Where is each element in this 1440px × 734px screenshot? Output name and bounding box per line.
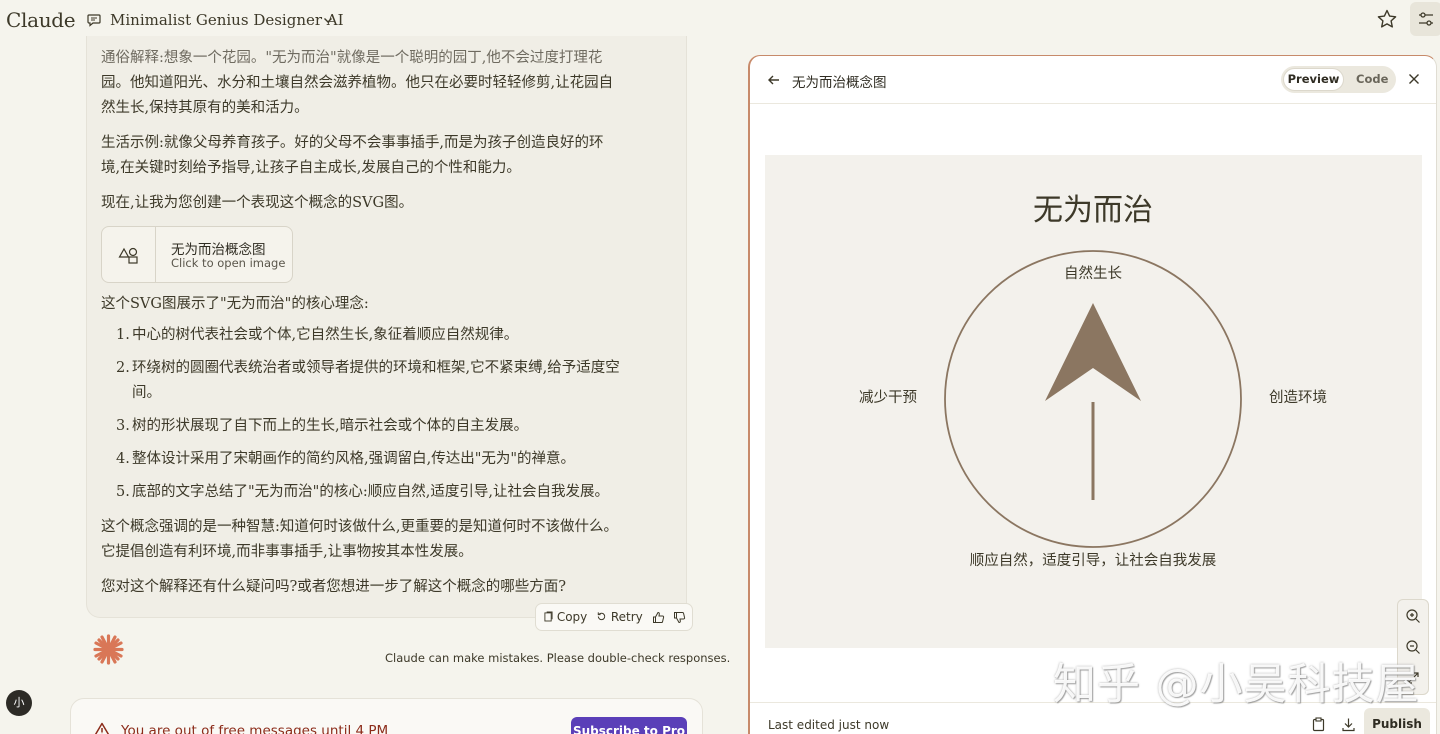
list-number: 2. [116,360,130,376]
copy-label: Copy [556,610,588,624]
list-item: 4. 整体设计采用了宋朝画作的简约风格,强调留白,传达出"无为"的禅意。 [116,447,646,472]
chat-title[interactable]: Minimalist Genius Designer AI [110,11,344,29]
retry-icon [597,612,606,621]
list-item: 3. 树的形状展现了自下而上的生长,暗示社会或个体的自主发展。 [116,414,646,439]
list-item: 2. 环绕树的圆圈代表统治者或领导者提供的环境和框架,它不紧束缚,给予适度空 [116,356,646,381]
message-paragraph: 现在,让我为您创建一个表现这个概念的SVG图。 [101,195,414,211]
last-edited-text: Last edited just now [768,718,890,732]
download-icon[interactable] [1341,717,1356,732]
message-action-bar: Copy Retry [535,603,693,631]
concept-diagram: 无为而治 自然生长 减少干预 创造环境 顺应自然，适度引导，让社会自我发展 [859,193,1327,569]
list-number: 3. [116,418,130,434]
copy-icon [544,611,553,622]
message-paragraph: 您对这个解释还有什么疑问吗?或者您想进一步了解这个概念的哪些方面? [101,579,567,595]
list-text: 中心的树代表社会或个体,它自然生长,象征着顺应自然规律。 [132,327,519,343]
settings-sliders-button[interactable] [1410,2,1440,36]
warning-icon [94,722,110,734]
usage-limit-text: You are out of free messages until 4 PM [121,723,389,734]
copy-button[interactable]: Copy [544,610,587,624]
list-text: 环绕树的圆圈代表统治者或领导者提供的环境和框架,它不紧束缚,给予适度空 [132,360,620,376]
tree-arrow-head [1045,303,1141,401]
concept-title: 无为而治 [1033,193,1153,228]
sliders-icon [1419,12,1433,26]
environment-circle [944,250,1242,548]
label-left: 减少干预 [859,389,917,406]
zoom-in-icon[interactable] [1405,608,1421,624]
label-top: 自然生长 [1064,265,1122,282]
disclaimer-text: Claude can make mistakes. Please double-… [385,651,731,665]
message-paragraph: 生活示例:就像父母养育孩子。好的父母不会事事插手,而是为孩子创造良好的环 [101,135,604,151]
list-item: 1. 中心的树代表社会或个体,它自然生长,象征着顺应自然规律。 [116,323,646,348]
concept-summary: 顺应自然，适度引导，让社会自我发展 [970,551,1217,569]
artifact-panel-header: 无为而治概念图 Preview Code [750,56,1436,104]
message-paragraph: 境,在关键时刻给予指导,让孩子自主成长,发展自己的个性和能力。 [101,160,521,176]
tab-code[interactable]: Code [1356,72,1388,86]
usage-limit-banner: You are out of free messages until 4 PM … [70,698,703,734]
artifact-panel: 无为而治概念图 Preview Code 无为而治 自然生长 减少干预 创造环境… [748,55,1437,734]
top-bar: Claude Minimalist Genius Designer AI [0,0,1440,40]
chevron-down-icon[interactable] [322,14,334,26]
close-icon[interactable] [1407,72,1421,86]
message-paragraph: 这个概念强调的是一种智慧:知道何时该做什么,更重要的是知道何时不该做什么。 [101,519,618,535]
artifact-icon-box [102,227,156,282]
subscribe-button[interactable]: Subscribe to Pro [571,717,687,734]
message-paragraph: 然生长,保持其原有的美和活力。 [101,100,309,116]
thumbs-up-icon[interactable] [652,611,665,624]
list-text: 整体设计采用了宋朝画作的简约风格,强调留白,传达出"无为"的禅意。 [132,451,576,467]
message-paragraph: 园。他知道阳光、水分和土壤自然会滋养植物。他只在必要时轻轻修剪,让花园自 [101,75,614,91]
label-right: 创造环境 [1269,388,1327,406]
watermark: 知乎 @小吴科技屋 [1053,660,1420,710]
retry-button[interactable]: Retry [596,610,643,624]
list-text: 底部的文字总结了"无为而治"的核心:顺应自然,适度引导,让社会自我发展。 [132,484,609,500]
list-number: 5. [116,484,130,500]
list-number: 4. [116,451,130,467]
message-paragraph: 通俗解释:想象一个花园。"无为而治"就像是一个聪明的园丁,他不会过度打理花 [101,50,603,66]
claude-logo[interactable]: Claude [6,8,76,32]
artifact-preview-canvas: 无为而治 自然生长 减少干预 创造环境 顺应自然，适度引导，让社会自我发展 [765,155,1422,648]
message-paragraph: 这个SVG图展示了"无为而治"的核心理念: [101,296,369,312]
thumbs-down-icon[interactable] [673,611,686,624]
star-icon[interactable] [1376,8,1398,30]
tab-preview[interactable]: Preview [1283,68,1344,91]
artifact-subtitle: Click to open image [171,256,286,270]
clipboard-icon[interactable] [1311,717,1326,732]
claude-spark-icon [93,634,124,665]
user-avatar[interactable]: 小 [6,690,32,716]
artifact-panel-title: 无为而治概念图 [792,75,887,91]
list-text: 树的形状展现了自下而上的生长,暗示社会或个体的自主发展。 [132,418,529,434]
artifact-title: 无为而治概念图 [171,242,266,258]
list-item-continuation: 间。 [132,385,161,401]
shapes-icon [118,247,138,264]
view-toggle: Preview Code [1281,66,1396,93]
arrow-left-icon[interactable] [766,72,782,88]
message-paragraph: 它提倡创造有利环境,而非事事插手,让事物按其本性发展。 [101,544,473,560]
list-number: 1. [116,327,130,343]
list-item: 5. 底部的文字总结了"无为而治"的核心:顺应自然,适度引导,让社会自我发展。 [116,480,646,505]
artifact-card[interactable]: 无为而治概念图 Click to open image [101,226,293,283]
chat-bubble-icon [87,14,101,27]
retry-label: Retry [610,610,643,624]
